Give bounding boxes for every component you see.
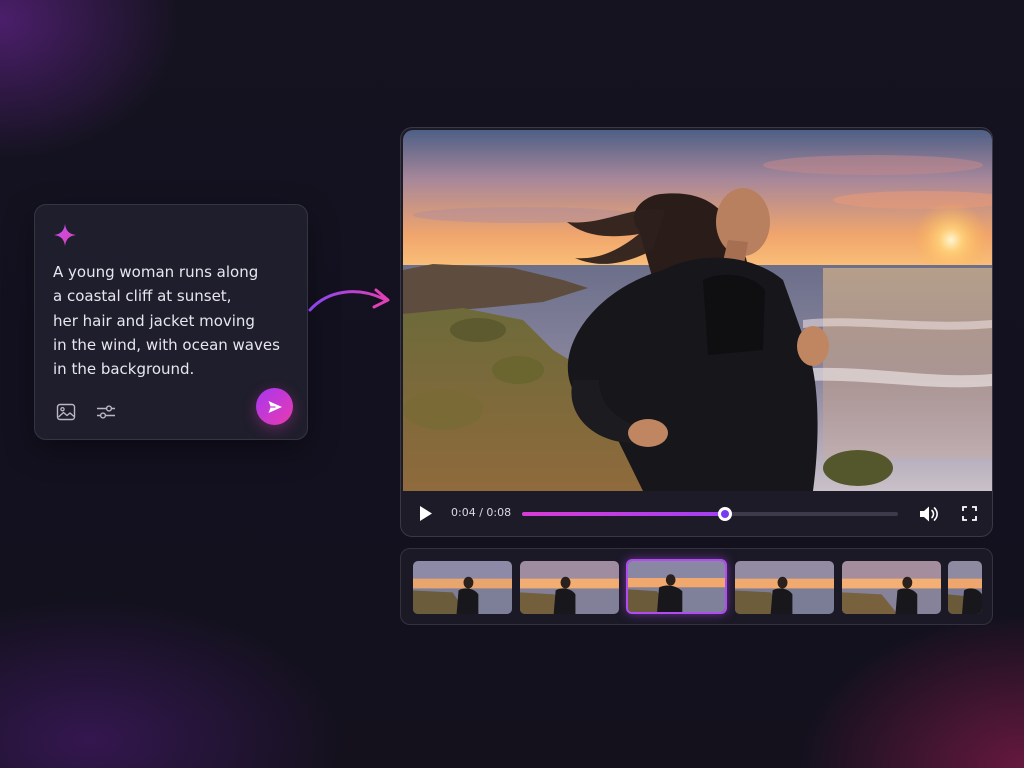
progress-bar[interactable] [522,507,898,521]
video-frame[interactable] [403,130,992,491]
progress-fill [522,512,726,516]
video-player: 0:04 / 0:08 [400,127,993,537]
filmstrip-thumbnail-selected[interactable] [626,559,727,614]
filmstrip-thumbnail[interactable] [413,561,512,614]
time-readout: 0:04 / 0:08 [451,506,512,519]
fullscreen-icon[interactable] [962,506,977,521]
prompt-line: in the wind, with ocean waves [53,335,280,354]
prompt-card: A young woman runs along a coastal cliff… [34,204,308,440]
filmstrip-thumbnail[interactable] [842,561,941,614]
prompt-line: in the background. [53,360,195,379]
play-icon[interactable] [419,505,433,522]
sparkle-icon [54,224,76,246]
sliders-icon[interactable] [96,403,116,421]
prompt-line: her hair and jacket moving [53,311,255,330]
prompt-text[interactable]: A young woman runs along a coastal cliff… [53,260,298,381]
volume-icon[interactable] [919,505,939,523]
send-button[interactable] [256,388,293,425]
filmstrip [400,548,993,625]
progress-handle[interactable] [718,507,733,521]
filmstrip-thumbnail[interactable] [948,561,982,614]
send-icon [268,400,282,413]
player-controls: 0:04 / 0:08 [401,492,992,536]
flow-arrow-icon [308,288,390,312]
filmstrip-thumbnail[interactable] [735,561,834,614]
prompt-line: a coastal cliff at sunset, [53,287,232,306]
prompt-line: A young woman runs along [53,263,259,281]
image-icon[interactable] [56,403,76,421]
filmstrip-thumbnail[interactable] [520,561,619,614]
